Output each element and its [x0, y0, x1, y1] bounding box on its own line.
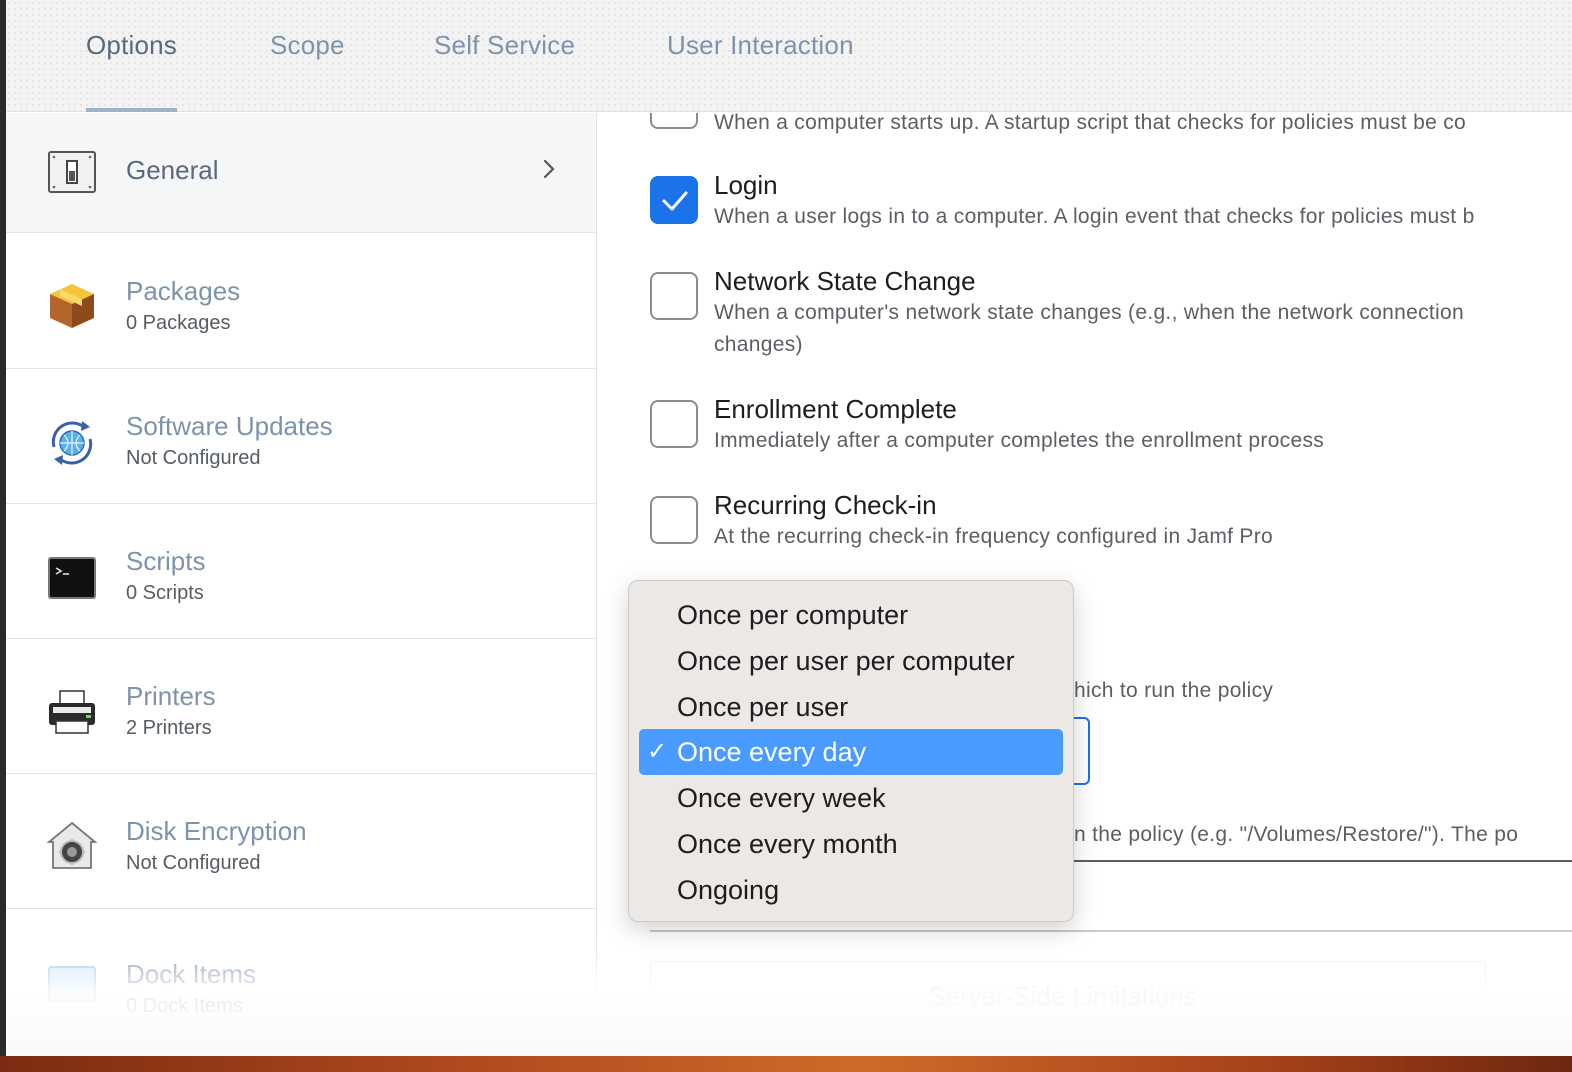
- sidebar-item-label: Scripts: [126, 546, 206, 576]
- login-checkbox[interactable]: [650, 176, 698, 224]
- sidebar-item-label: Software Updates: [126, 411, 333, 441]
- menu-option-once-every-week[interactable]: Once every week: [639, 775, 1063, 821]
- tab-bar: Options Scope Self Service User Interact…: [6, 0, 1572, 112]
- menu-option-ongoing[interactable]: Ongoing: [639, 867, 1063, 913]
- trigger-startup-description: When a computer starts up. A startup scr…: [714, 113, 1467, 134]
- menu-option-label: Ongoing: [677, 875, 780, 905]
- menu-option-once-per-computer[interactable]: Once per computer: [639, 592, 1063, 638]
- execution-frequency-description: hich to run the policy: [1074, 679, 1274, 702]
- sidebar-item-label: Dock Items: [126, 959, 257, 989]
- frequency-dropdown-menu: Once per computer Once per user per comp…: [628, 580, 1074, 922]
- tab-scope[interactable]: Scope: [270, 30, 345, 112]
- filevault-house-icon: [46, 821, 98, 869]
- menu-option-once-every-day[interactable]: ✓ Once every day: [639, 729, 1063, 775]
- software-update-globe-icon: [51, 421, 93, 465]
- sidebar-item-packages[interactable]: Packages 0 Packages: [6, 234, 596, 369]
- tab-options[interactable]: Options: [86, 30, 178, 112]
- recurring-check-in-checkbox[interactable]: [650, 496, 698, 544]
- sidebar-item-sublabel: Not Configured: [126, 852, 261, 874]
- chevron-right-icon: [543, 159, 555, 179]
- trigger-description: When a user logs in to a computer. A log…: [714, 205, 1475, 228]
- terminal-icon: [48, 557, 96, 599]
- checkmark-icon: [662, 191, 688, 211]
- menu-option-once-per-user-per-computer[interactable]: Once per user per computer: [639, 638, 1063, 684]
- sidebar-item-sublabel: 2 Printers: [126, 717, 212, 739]
- sidebar-item-label: Disk Encryption: [126, 816, 307, 846]
- menu-option-label: Once per computer: [677, 600, 909, 630]
- sidebar-item-dock-items[interactable]: Dock Items 0 Dock Items: [6, 909, 596, 1044]
- tab-self-service[interactable]: Self Service: [434, 30, 575, 112]
- trigger-title: Enrollment Complete: [714, 394, 957, 424]
- sidebar-item-label: General: [126, 155, 219, 185]
- sidebar-item-scripts[interactable]: Scripts 0 Scripts: [6, 504, 596, 639]
- target-drive-input[interactable]: [1018, 860, 1572, 862]
- menu-option-label: Once every week: [677, 783, 886, 813]
- sidebar-item-sublabel: 0 Dock Items: [126, 995, 243, 1017]
- menu-option-label: Once every month: [677, 829, 898, 859]
- menu-option-label: Once per user per computer: [677, 646, 1015, 676]
- trigger-description: Immediately after a computer completes t…: [714, 429, 1325, 452]
- sidebar-item-sublabel: 0 Packages: [126, 312, 231, 334]
- sidebar-item-label: Packages: [126, 276, 241, 306]
- trigger-title: Login: [714, 170, 778, 200]
- checkmark-icon: ✓: [647, 738, 668, 765]
- sidebar-item-software-updates[interactable]: Software Updates Not Configured: [6, 369, 596, 504]
- tab-user-interaction[interactable]: User Interaction: [667, 30, 854, 112]
- menu-option-once-per-user[interactable]: Once per user: [639, 684, 1063, 730]
- sidebar: General Packages 0 Packages Software Upd…: [6, 113, 597, 1056]
- divider: [650, 930, 1572, 932]
- sidebar-item-printers[interactable]: Printers 2 Printers: [6, 639, 596, 774]
- menu-option-label: Once every day: [677, 737, 867, 767]
- enrollment-complete-checkbox[interactable]: [650, 400, 698, 448]
- sidebar-item-label: Printers: [126, 681, 216, 711]
- startup-checkbox[interactable]: [650, 113, 698, 129]
- trigger-description: When a computer's network state changes …: [714, 301, 1464, 324]
- server-side-limitations-title: Server-Side Limitations: [928, 981, 1197, 1011]
- package-box-icon: [50, 284, 94, 328]
- sidebar-item-general[interactable]: General: [6, 113, 596, 233]
- sidebar-item-sublabel: Not Configured: [126, 447, 261, 469]
- network-state-change-checkbox[interactable]: [650, 272, 698, 320]
- trigger-description: At the recurring check-in frequency conf…: [714, 525, 1273, 548]
- desktop-background-strip: [0, 1056, 1572, 1072]
- menu-option-label: Once per user: [677, 692, 849, 722]
- trigger-description-continued: changes): [714, 333, 803, 356]
- menu-option-once-every-month[interactable]: Once every month: [639, 821, 1063, 867]
- switch-icon: [48, 151, 96, 193]
- trigger-title: Recurring Check-in: [714, 490, 937, 520]
- printer-icon: [49, 690, 95, 734]
- sidebar-item-disk-encryption[interactable]: Disk Encryption Not Configured: [6, 774, 596, 909]
- trigger-title: Network State Change: [714, 266, 976, 296]
- dock-icon: [48, 966, 96, 1002]
- sidebar-item-sublabel: 0 Scripts: [126, 582, 204, 604]
- target-drive-description: n the policy (e.g. "/Volumes/Restore/").…: [1074, 823, 1519, 846]
